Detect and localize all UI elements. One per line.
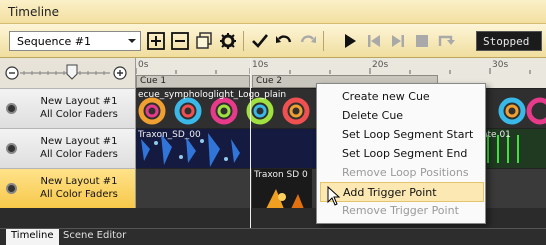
skip-back-button[interactable] xyxy=(363,30,385,52)
track-enable-icon[interactable] xyxy=(6,103,17,114)
play-icon xyxy=(345,34,356,48)
title-bar: Timeline xyxy=(0,0,546,24)
track-enable-icon[interactable] xyxy=(6,143,17,154)
redo-button[interactable] xyxy=(297,30,319,52)
track-header[interactable]: New Layout #1 All Color Faders xyxy=(0,128,136,168)
menu-item-add-trigger[interactable]: Add Trigger Point xyxy=(320,182,484,202)
add-icon xyxy=(147,32,165,50)
remove-icon xyxy=(171,32,189,50)
add-button[interactable] xyxy=(145,30,167,52)
ruler-tick-label: 30s xyxy=(492,60,509,70)
track-enable-icon[interactable] xyxy=(6,183,17,194)
stop-icon xyxy=(416,35,428,47)
menu-item-set-loop-start[interactable]: Set Loop Segment Start xyxy=(320,125,484,145)
window-title: Timeline xyxy=(8,5,60,19)
play-button[interactable] xyxy=(339,30,361,52)
menu-item-set-loop-end[interactable]: Set Loop Segment End xyxy=(320,144,484,164)
apply-button[interactable] xyxy=(249,30,271,52)
sequence-select[interactable]: Sequence #1 xyxy=(9,31,141,51)
ruler-tick-label: 0s xyxy=(138,60,149,70)
remove-button[interactable] xyxy=(169,30,191,52)
menu-item-delete-cue[interactable]: Delete Cue xyxy=(320,106,484,126)
track-name: New Layout #1 xyxy=(40,176,118,187)
stop-button[interactable] xyxy=(411,30,433,52)
toolbar: Sequence #1 Stopped xyxy=(0,24,546,58)
track-subtitle: All Color Faders xyxy=(40,189,118,200)
gear-icon xyxy=(220,33,236,49)
zoom-slider[interactable] xyxy=(0,58,136,88)
track-name: New Layout #1 xyxy=(40,136,118,147)
clip-label: Traxon SD 0 xyxy=(254,170,308,180)
track-name: New Layout #1 xyxy=(40,96,118,107)
chevron-down-icon xyxy=(128,39,136,43)
sequence-select-value: Sequence #1 xyxy=(17,35,91,48)
clip-label: ecue_symphologlight_Logo_plain xyxy=(138,90,287,100)
duplicate-icon xyxy=(196,32,212,49)
zoom-control xyxy=(0,58,136,88)
menu-item-remove-trigger[interactable]: Remove Trigger Point xyxy=(320,201,484,221)
skip-forward-icon xyxy=(392,35,404,47)
ruler-tick-label: 20s xyxy=(372,60,389,70)
zoom-thumb xyxy=(66,64,78,80)
playback-status: Stopped xyxy=(476,31,542,51)
settings-button[interactable] xyxy=(217,30,239,52)
track-header-selected[interactable]: New Layout #1 All Color Faders xyxy=(0,168,136,208)
check-icon xyxy=(252,34,269,48)
menu-item-create-cue[interactable]: Create new Cue xyxy=(320,87,484,107)
tab-scene-editor[interactable]: Scene Editor xyxy=(58,229,131,245)
loop-button[interactable] xyxy=(435,30,457,52)
clip-label: Traxon_SD_00 xyxy=(138,130,201,140)
track-subtitle: All Color Faders xyxy=(40,109,118,120)
loop-icon xyxy=(438,35,455,46)
skip-forward-button[interactable] xyxy=(387,30,409,52)
tab-timeline[interactable]: Timeline xyxy=(6,229,59,245)
cue-marker[interactable]: Cue 1 xyxy=(136,75,250,88)
toolbar-divider xyxy=(323,31,324,51)
clip-label: ate 01 xyxy=(482,130,511,140)
duplicate-button[interactable] xyxy=(193,30,215,52)
skip-back-icon xyxy=(368,35,380,47)
bottom-tab-bar: Timeline Scene Editor xyxy=(0,228,546,245)
context-menu: Create new Cue Delete Cue Set Loop Segme… xyxy=(316,83,486,224)
playhead[interactable] xyxy=(250,58,251,228)
ruler-tick-label: 10s xyxy=(252,60,269,70)
mouse-cursor-icon xyxy=(327,186,341,206)
undo-button[interactable] xyxy=(273,30,295,52)
track-subtitle: All Color Faders xyxy=(40,149,118,160)
toolbar-divider xyxy=(243,31,244,51)
undo-icon xyxy=(276,35,292,43)
menu-item-remove-loop[interactable]: Remove Loop Positions xyxy=(320,163,484,183)
redo-icon xyxy=(300,35,316,43)
track-header[interactable]: New Layout #1 All Color Faders xyxy=(0,88,136,128)
